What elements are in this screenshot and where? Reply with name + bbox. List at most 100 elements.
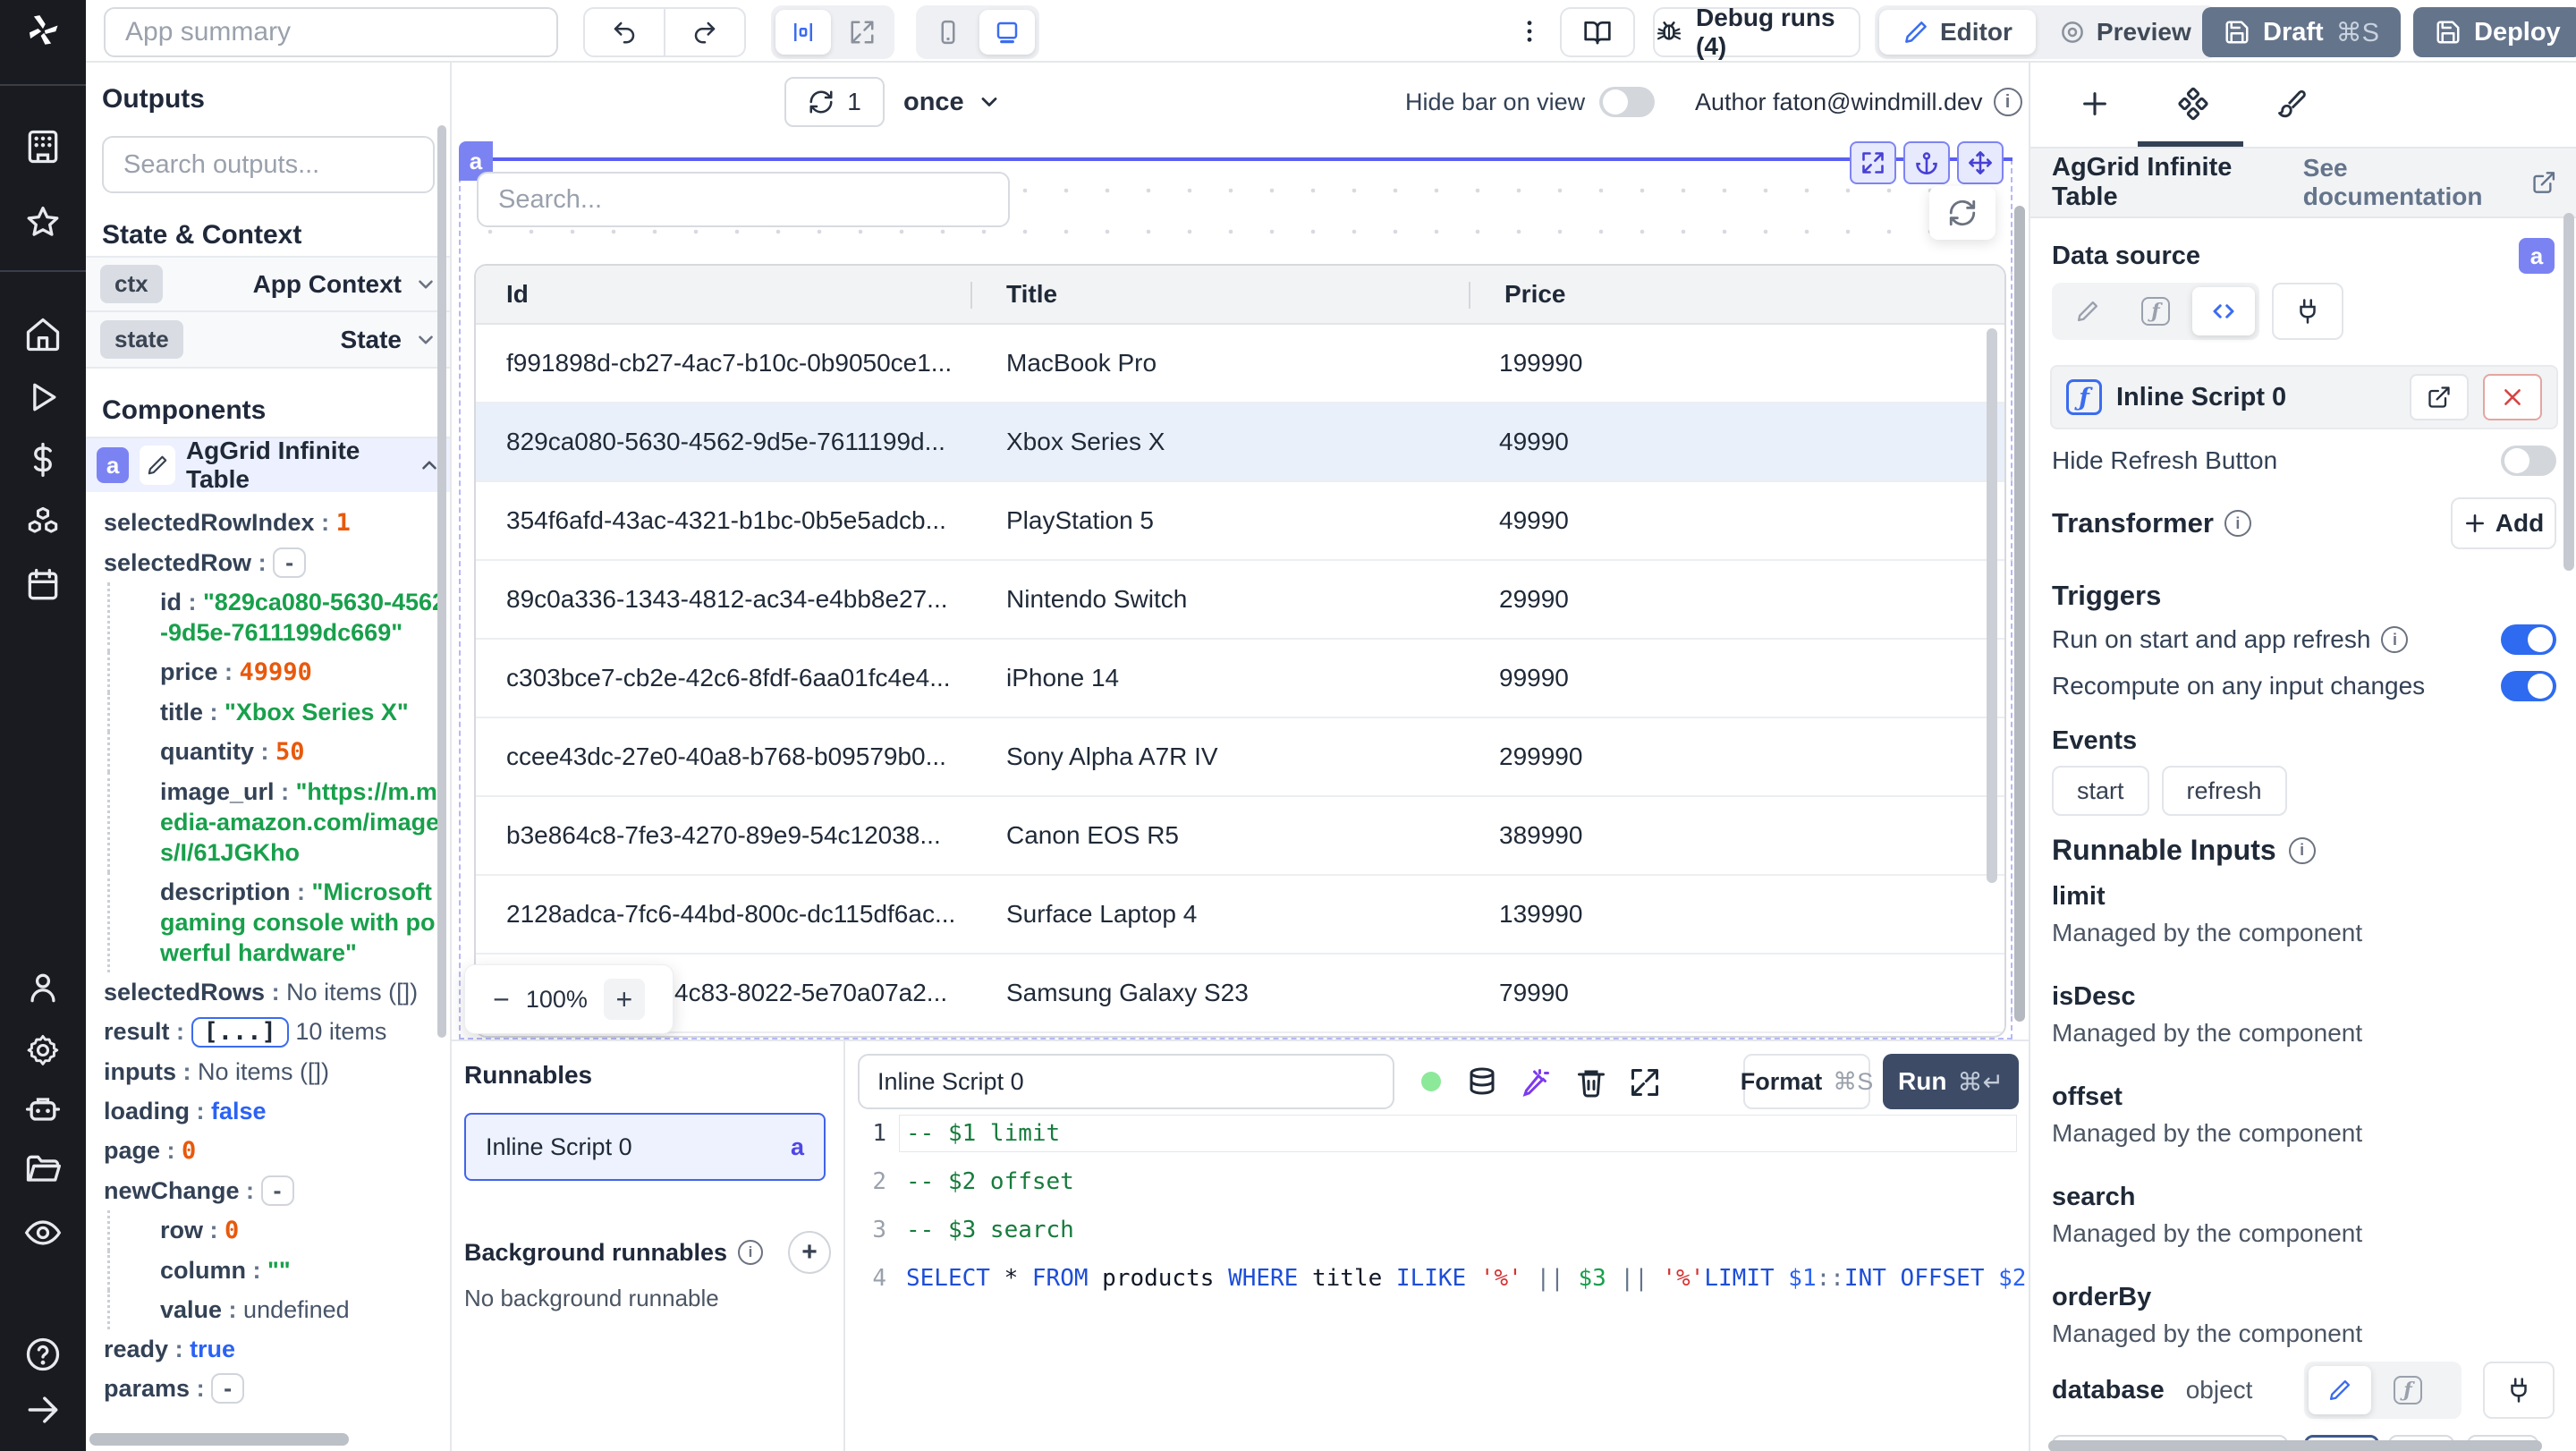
expand-array-button[interactable]: [...]	[191, 1017, 289, 1048]
info-icon[interactable]: i	[2224, 510, 2251, 537]
undo-button[interactable]	[585, 9, 664, 55]
code-editor[interactable]: 1 2 3 4 -- $1 limit -- $2 offset -- $3 s…	[847, 1115, 2110, 1451]
function-icon[interactable]: ƒ	[2124, 287, 2187, 335]
state-row[interactable]: state State	[86, 312, 450, 369]
tab-component-settings-icon[interactable]	[2172, 82, 2215, 125]
prop-row[interactable]: selectedRowIndex : 1	[86, 503, 450, 543]
user-icon[interactable]	[23, 968, 63, 1007]
workers-robot-icon[interactable]	[23, 1090, 63, 1129]
rename-pencil-icon[interactable]	[140, 445, 175, 485]
script-name-input[interactable]	[858, 1054, 1394, 1109]
event-start-pill[interactable]: start	[2052, 766, 2149, 816]
deploy-button[interactable]: Deploy	[2413, 7, 2576, 57]
format-button[interactable]: Format ⌘S	[1741, 1054, 1873, 1109]
refresh-mode-dropdown[interactable]: once	[903, 77, 1002, 127]
right-panel-horizontal-scrollbar[interactable]	[2048, 1440, 2542, 1451]
chevron-down-icon[interactable]	[414, 328, 437, 352]
audit-eye-icon[interactable]	[23, 1213, 63, 1252]
hide-refresh-toggle[interactable]	[2501, 445, 2556, 476]
prop-row[interactable]: selectedRow : -	[86, 543, 450, 582]
prop-row[interactable]: result : [...] 10 items	[86, 1012, 450, 1052]
docs-book-button[interactable]	[1560, 7, 1635, 57]
center-layout-button[interactable]	[775, 10, 831, 55]
function-icon[interactable]: ƒ	[2377, 1366, 2439, 1414]
hide-bar-toggle[interactable]	[1599, 87, 1656, 117]
table-row[interactable]: 89c0a336-1343-4812-ac34-e4bb8e27... Ninte…	[476, 561, 2004, 640]
prop-row[interactable]: selectedRows : No items ([])	[86, 972, 450, 1012]
remove-script-button[interactable]	[2483, 374, 2542, 420]
info-icon[interactable]: i	[2381, 626, 2409, 653]
see-documentation-link[interactable]: See documentation	[2303, 154, 2556, 211]
tab-preview[interactable]: Preview	[2036, 10, 2215, 55]
info-icon[interactable]: i	[2288, 836, 2316, 864]
table-row[interactable]: c303bce7-cb2e-42c6-8fdf-6aa01fc4e4... iPh…	[476, 640, 2004, 718]
schedules-calendar-icon[interactable]	[23, 565, 63, 605]
tab-styling-brush-icon[interactable]	[2270, 82, 2313, 125]
static-pencil-icon[interactable]	[2056, 287, 2119, 335]
add-transformer-button[interactable]: Add	[2451, 497, 2556, 549]
info-icon[interactable]: i	[1993, 88, 2022, 116]
column-header-price[interactable]: Price	[1469, 266, 2004, 323]
event-refresh-pill[interactable]: refresh	[2161, 766, 2287, 816]
prop-row[interactable]: title : "Xbox Series X"	[107, 692, 450, 732]
table-row[interactable]: 354f6afd-43ac-4321-b1bc-0b5e5adcb... Play…	[476, 482, 2004, 561]
redo-button[interactable]	[664, 9, 744, 55]
right-panel-scrollbar[interactable]	[2563, 213, 2574, 571]
tab-editor[interactable]: Editor	[1879, 10, 2036, 55]
prop-row[interactable]: id : "829ca080-5630-4562-9d5e-7611199dc6…	[107, 582, 450, 652]
more-options-kebab[interactable]	[1513, 13, 1546, 50]
zoom-in-button[interactable]: +	[603, 979, 645, 1020]
prop-row[interactable]: ready : true	[86, 1329, 450, 1369]
ctx-row[interactable]: ctx App Context	[86, 256, 450, 312]
runs-play-icon[interactable]	[23, 378, 63, 417]
table-scrollbar[interactable]	[1987, 328, 1997, 883]
windmill-logo-icon[interactable]	[23, 11, 63, 50]
ai-wand-icon[interactable]	[1520, 1066, 1552, 1099]
run-button[interactable]: Run ⌘↵	[1883, 1054, 2019, 1109]
table-row[interactable]: 2128adca-7fc6-44bd-800c-dc115df6ac... Sur…	[476, 876, 2004, 955]
outputs-horizontal-scrollbar[interactable]	[89, 1433, 349, 1446]
component-refresh-button[interactable]	[1929, 186, 1996, 240]
prop-row[interactable]: description : "Microsoft gaming console …	[107, 872, 450, 972]
table-row[interactable]: ccee43dc-27e0-40a8-b768-b09579b0... Sony …	[476, 718, 2004, 797]
code-mode-icon[interactable]	[2192, 287, 2255, 335]
static-pencil-icon[interactable]	[2309, 1366, 2371, 1414]
help-icon[interactable]	[23, 1335, 63, 1374]
prop-row[interactable]: params : -	[86, 1369, 450, 1408]
prop-row[interactable]: inputs : No items ([])	[86, 1052, 450, 1091]
app-summary-input[interactable]	[104, 7, 558, 57]
home-icon[interactable]	[23, 315, 63, 354]
zoom-out-button[interactable]: −	[493, 983, 510, 1016]
prop-row[interactable]: column : ""	[107, 1251, 450, 1290]
table-row[interactable]: b3e864c8-7fe3-4270-89e9-54c12038... Canon…	[476, 797, 2004, 876]
expand-layout-button[interactable]	[835, 10, 890, 55]
debug-runs-button[interactable]: Debug runs (4)	[1653, 4, 1860, 60]
open-script-external-button[interactable]	[2410, 374, 2469, 420]
folders-icon[interactable]	[23, 1150, 63, 1190]
table-row[interactable]: 4c83-8022-5e70a07a2... Samsung Galaxy S23…	[476, 955, 2004, 1033]
resources-cubes-icon[interactable]	[23, 503, 63, 542]
prop-row[interactable]: image_url : "https://m.media-amazon.com/…	[107, 772, 450, 872]
connect-plug-icon[interactable]	[2483, 1362, 2555, 1419]
table-row[interactable]: f991898d-cb27-4ac7-b10c-0b9050ce1... MacB…	[476, 325, 2004, 403]
recompute-toggle[interactable]	[2501, 671, 2556, 701]
table-row-selected[interactable]: 829ca080-5630-4562-9d5e-7611199d... Xbox …	[476, 403, 2004, 482]
delete-trash-icon[interactable]	[1575, 1066, 1607, 1099]
run-on-start-toggle[interactable]	[2501, 624, 2556, 655]
variables-dollar-icon[interactable]	[23, 440, 63, 479]
table-search-input[interactable]	[477, 172, 1010, 227]
prop-row[interactable]: page : 0	[86, 1131, 450, 1171]
collapse-arrow-icon[interactable]	[23, 1390, 63, 1430]
component-row-aggrid[interactable]: a AgGrid Infinite Table	[86, 437, 450, 493]
prop-row[interactable]: quantity : 50	[107, 732, 450, 772]
expand-editor-icon[interactable]	[1629, 1066, 1661, 1099]
mobile-view-button[interactable]	[920, 10, 976, 55]
expand-component-button[interactable]	[1850, 141, 1896, 184]
database-icon[interactable]	[1466, 1066, 1498, 1099]
prop-row[interactable]: newChange : -	[86, 1171, 450, 1210]
runnable-item-selected[interactable]: Inline Script 0 a	[464, 1113, 826, 1181]
add-background-runnable-button[interactable]: +	[788, 1231, 831, 1274]
anchor-component-button[interactable]	[1903, 141, 1950, 184]
prop-row[interactable]: price : 49990	[107, 652, 450, 692]
refresh-count-button[interactable]: 1	[784, 77, 885, 127]
